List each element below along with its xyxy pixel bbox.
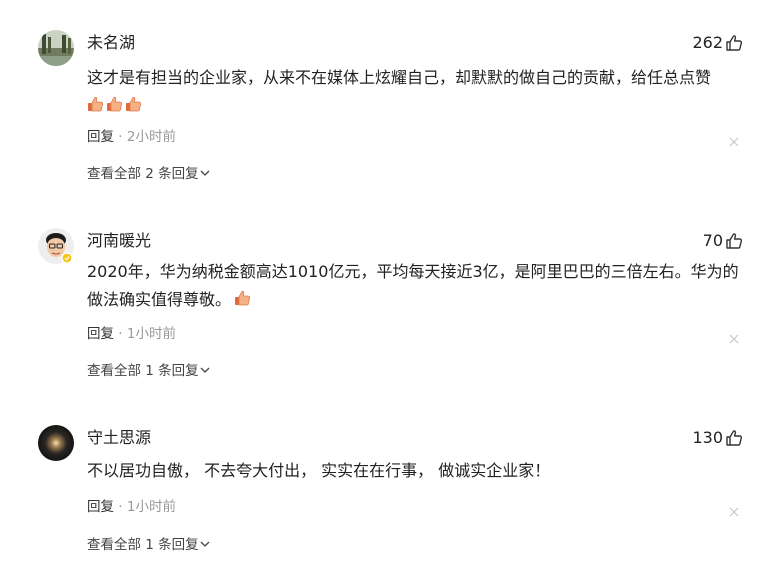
comment-meta: 回复 · 1小时前	[87, 325, 176, 343]
view-replies-button[interactable]: 查看全部 2 条回复	[87, 165, 210, 183]
like-count-value: 130	[692, 428, 723, 447]
comment-text-body: 2020年，华为纳税金额高达1010亿元，平均每天接近3亿，是阿里巴巴的三倍左右…	[87, 262, 739, 309]
username[interactable]: 未名湖	[87, 32, 135, 54]
like-count[interactable]: 70	[703, 230, 743, 252]
like-count[interactable]: 130	[692, 427, 743, 449]
username[interactable]: 守土思源	[87, 427, 151, 449]
comment-text-body: 这才是有担当的企业家，从来不在媒体上炫耀自己，却默默的做自己的贡献，给任总点赞	[87, 68, 712, 87]
avatar[interactable]	[38, 425, 74, 461]
reply-button[interactable]: 回复	[87, 129, 114, 145]
comment-text-body: 不以居功自傲， 不去夸大付出， 实实在在行事， 做诚实企业家！	[87, 461, 551, 480]
thumbs-up-emoji-icon	[87, 94, 104, 112]
thumbs-up-emoji-icon	[106, 94, 123, 112]
close-icon[interactable]	[729, 132, 739, 147]
view-replies-button[interactable]: 查看全部 1 条回复	[87, 536, 210, 554]
thumbs-up-emoji-icon	[125, 94, 142, 112]
comment-time: 1小时前	[126, 326, 176, 342]
thumbs-up-icon[interactable]	[725, 429, 743, 447]
avatar[interactable]	[38, 228, 74, 264]
meta-separator: ·	[118, 326, 123, 342]
thumbs-up-icon[interactable]	[725, 34, 743, 52]
avatar[interactable]	[38, 30, 74, 66]
like-count-value: 262	[692, 33, 723, 52]
comment-time: 2小时前	[126, 129, 176, 145]
chevron-down-icon	[200, 170, 210, 176]
close-icon[interactable]	[729, 329, 739, 344]
view-replies-button[interactable]: 查看全部 1 条回复	[87, 362, 210, 380]
meta-separator: ·	[118, 129, 123, 145]
chevron-down-icon	[200, 541, 210, 547]
meta-separator: ·	[118, 499, 123, 515]
thumbs-up-emoji-icon	[234, 288, 251, 306]
reply-button[interactable]: 回复	[87, 499, 114, 515]
view-replies-label: 查看全部 1 条回复	[87, 537, 199, 553]
comment-meta: 回复 · 2小时前	[87, 128, 176, 146]
comment-text: 这才是有担当的企业家，从来不在媒体上炫耀自己，却默默的做自己的贡献，给任总点赞	[87, 64, 747, 120]
comment-text: 不以居功自傲， 不去夸大付出， 实实在在行事， 做诚实企业家！	[87, 457, 747, 485]
like-count-value: 70	[702, 231, 723, 250]
comment-text: 2020年，华为纳税金额高达1010亿元，平均每天接近3亿，是阿里巴巴的三倍左右…	[87, 258, 747, 314]
reply-button[interactable]: 回复	[87, 326, 114, 342]
thumbs-up-icon[interactable]	[725, 232, 743, 250]
view-replies-label: 查看全部 2 条回复	[87, 166, 199, 182]
chevron-down-icon	[200, 367, 210, 373]
like-count[interactable]: 262	[692, 32, 743, 54]
close-icon[interactable]	[729, 502, 739, 517]
comment-meta: 回复 · 1小时前	[87, 498, 176, 516]
comment-time: 1小时前	[126, 499, 176, 515]
username[interactable]: 河南暖光	[87, 230, 151, 252]
view-replies-label: 查看全部 1 条回复	[87, 363, 199, 379]
